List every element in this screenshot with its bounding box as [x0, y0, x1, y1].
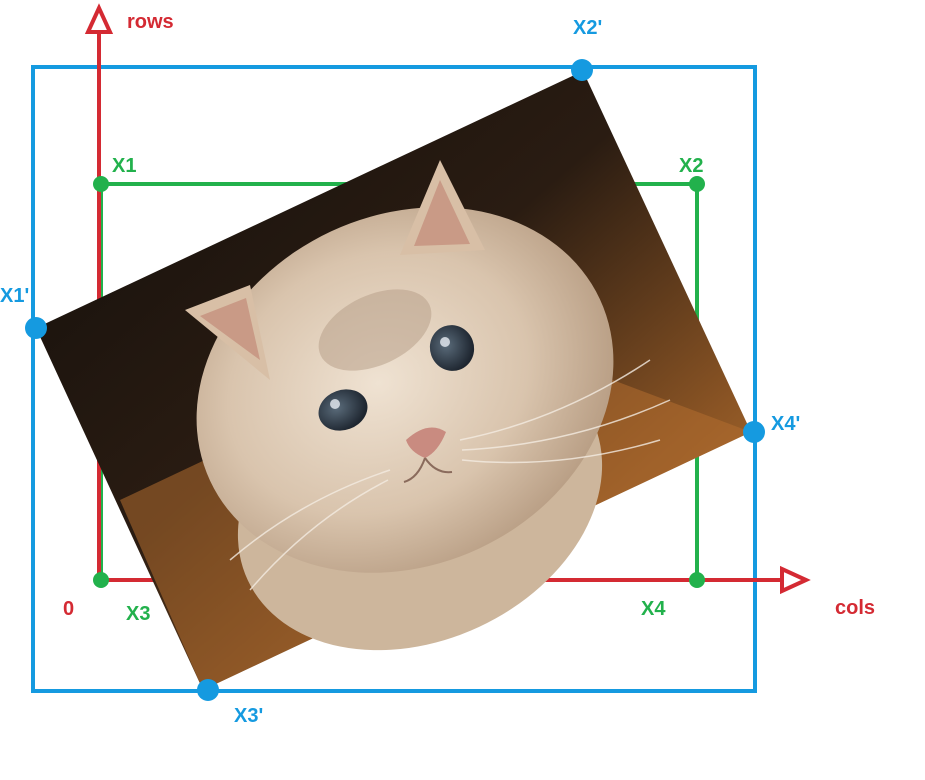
cat-eye-right-glint	[440, 337, 450, 347]
corner-point-x4-prime	[743, 421, 765, 443]
cols-axis-arrowhead	[780, 565, 811, 595]
label-x3: X3	[126, 603, 150, 625]
corner-point-x3	[93, 572, 109, 588]
label-x1-prime: X1'	[0, 285, 29, 307]
origin-label: 0	[63, 598, 74, 620]
corner-point-x3-prime	[197, 679, 219, 701]
cat-eye-left-glint	[330, 399, 340, 409]
corner-point-x1-prime	[25, 317, 47, 339]
corner-point-x2	[689, 176, 705, 192]
corner-point-x1	[93, 176, 109, 192]
label-x4-prime: X4'	[771, 413, 800, 435]
label-x1: X1	[112, 155, 136, 177]
rows-axis-arrowhead	[84, 3, 114, 34]
corner-point-x2-prime	[571, 59, 593, 81]
label-x4: X4	[641, 598, 666, 620]
label-x3-prime: X3'	[234, 705, 263, 727]
cols-axis-label: cols	[835, 597, 875, 619]
label-x2-prime: X2'	[573, 17, 602, 39]
corner-point-x4	[689, 572, 705, 588]
label-x2: X2	[679, 155, 703, 177]
rotation-diagram: rows cols 0 X1 X2 X3 X4 X1' X2' X3' X4'	[0, 3, 875, 727]
rows-axis-label: rows	[127, 11, 174, 33]
